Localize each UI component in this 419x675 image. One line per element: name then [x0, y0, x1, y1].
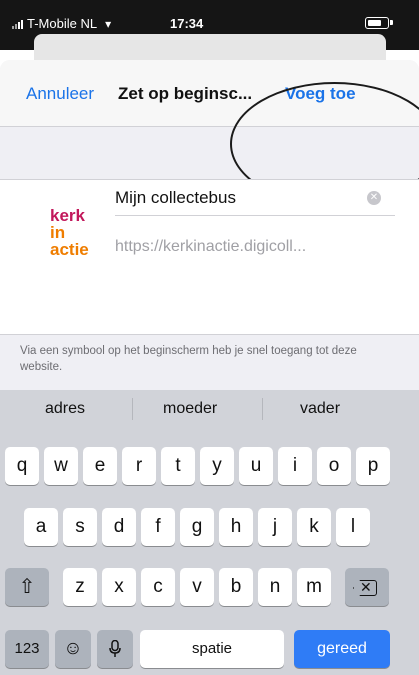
key-m[interactable]: m — [297, 568, 331, 606]
suggestion-divider — [132, 398, 133, 420]
key-h[interactable]: h — [219, 508, 253, 546]
key-f[interactable]: f — [141, 508, 175, 546]
key-x[interactable]: x — [102, 568, 136, 606]
clear-icon[interactable]: ✕ — [367, 191, 381, 205]
battery-tip — [390, 20, 393, 25]
microphone-key[interactable] — [97, 630, 133, 668]
cancel-button[interactable]: Annuleer — [26, 84, 94, 104]
shift-icon: ⇧ — [18, 576, 36, 598]
microphone-icon — [109, 639, 121, 657]
name-input[interactable]: Mijn collectebus — [115, 188, 236, 208]
suggestion-item[interactable]: vader — [300, 400, 340, 418]
key-v[interactable]: v — [180, 568, 214, 606]
suggestion-item[interactable]: adres — [45, 400, 85, 418]
key-z[interactable]: z — [63, 568, 97, 606]
suggestion-item[interactable]: moeder — [163, 400, 217, 418]
key-c[interactable]: c — [141, 568, 175, 606]
done-key[interactable]: gereed — [294, 630, 390, 668]
key-g[interactable]: g — [180, 508, 214, 546]
suggestion-bar: adres moeder vader — [0, 390, 419, 428]
site-logo: kerk in actie — [50, 206, 106, 259]
emoji-key[interactable]: ☺ — [55, 630, 91, 668]
key-k[interactable]: k — [297, 508, 331, 546]
backspace-key[interactable]: ✕ — [345, 568, 389, 606]
numbers-key[interactable]: 123 — [5, 630, 49, 668]
key-p[interactable]: p — [356, 447, 390, 485]
logo-line1: kerk — [50, 206, 85, 225]
carrier-label: T-Mobile NL — [27, 16, 98, 31]
key-u[interactable]: u — [239, 447, 273, 485]
sheet-title: Zet op beginsc... — [118, 84, 253, 103]
key-l[interactable]: l — [336, 508, 370, 546]
wifi-icon: ▾ — [105, 16, 112, 31]
add-to-homescreen-sheet: Annuleer Zet op beginsc... Voeg toe kerk… — [0, 60, 419, 390]
shift-key[interactable]: ⇧ — [5, 568, 49, 606]
key-i[interactable]: i — [278, 447, 312, 485]
key-w[interactable]: w — [44, 447, 78, 485]
key-s[interactable]: s — [63, 508, 97, 546]
key-n[interactable]: n — [258, 568, 292, 606]
suggestion-divider — [262, 398, 263, 420]
key-q[interactable]: q — [5, 447, 39, 485]
key-r[interactable]: r — [122, 447, 156, 485]
key-a[interactable]: a — [24, 508, 58, 546]
signal-icon — [12, 19, 23, 29]
space-key[interactable]: spatie — [140, 630, 284, 668]
key-e[interactable]: e — [83, 447, 117, 485]
logo-line2: in actie — [50, 223, 89, 259]
bookmark-card: kerk in actie Mijn collectebus ✕ https:/… — [0, 179, 419, 335]
name-field[interactable]: Mijn collectebus ✕ — [115, 180, 395, 216]
carrier-group: T-Mobile NL ▾ — [12, 16, 111, 31]
battery-icon — [365, 17, 389, 29]
emoji-icon: ☺ — [63, 638, 83, 659]
key-d[interactable]: d — [102, 508, 136, 546]
info-text: Via een symbool op het beginscherm heb j… — [20, 345, 357, 373]
key-o[interactable]: o — [317, 447, 351, 485]
key-j[interactable]: j — [258, 508, 292, 546]
key-t[interactable]: t — [161, 447, 195, 485]
key-b[interactable]: b — [219, 568, 253, 606]
keyboard: adres moeder vader q w e r t y u i o p a… — [0, 390, 419, 675]
key-y[interactable]: y — [200, 447, 234, 485]
url-label: https://kerkinactie.digicoll... — [115, 238, 307, 255]
status-time: 17:34 — [170, 16, 204, 31]
